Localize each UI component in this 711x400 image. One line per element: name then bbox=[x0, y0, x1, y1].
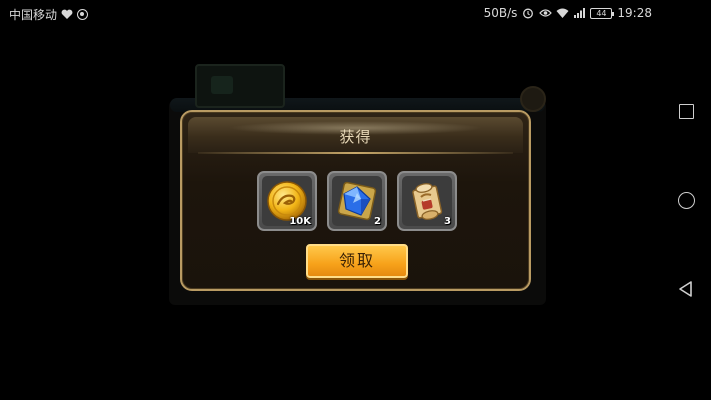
game-screen: 中国移动 50B/s 44 19:28 获得 10K 2 3 领取 bbox=[0, 0, 711, 400]
alarm-icon bbox=[522, 7, 534, 19]
status-right: 50B/s 44 19:28 bbox=[484, 6, 652, 20]
back-triangle-icon bbox=[679, 281, 692, 297]
dialog-title: 获得 bbox=[339, 128, 372, 146]
status-left: 中国移动 bbox=[9, 6, 89, 23]
heart-monitor-icon bbox=[61, 9, 73, 20]
claim-button[interactable]: 领取 bbox=[306, 244, 408, 278]
reward-dialog: 获得 10K 2 3 领取 bbox=[180, 110, 531, 291]
dialog-divider bbox=[198, 152, 513, 154]
signal-icon bbox=[573, 7, 586, 19]
record-icon bbox=[77, 9, 89, 20]
battery-icon: 44 bbox=[590, 7, 615, 19]
recent-apps-button[interactable] bbox=[676, 101, 696, 121]
scroll-icon bbox=[412, 183, 443, 220]
reward-count: 3 bbox=[444, 216, 451, 227]
wifi-icon bbox=[556, 7, 569, 19]
background-badge bbox=[520, 86, 546, 112]
reward-items: 10K 2 3 bbox=[257, 171, 457, 233]
carrier-label: 中国移动 bbox=[9, 8, 58, 22]
eye-icon bbox=[539, 7, 553, 19]
reward-item-scroll[interactable]: 3 bbox=[397, 171, 457, 231]
back-button[interactable] bbox=[676, 279, 696, 299]
navigation-bar bbox=[660, 0, 711, 400]
blue-gem-icon bbox=[337, 181, 377, 221]
clock: 19:28 bbox=[617, 6, 652, 20]
reward-item-gold[interactable]: 10K bbox=[257, 171, 317, 231]
reward-item-gem[interactable]: 2 bbox=[327, 171, 387, 231]
net-speed: 50B/s bbox=[483, 6, 518, 20]
reward-count: 2 bbox=[374, 216, 381, 227]
home-button[interactable] bbox=[676, 190, 696, 210]
reward-count: 10K bbox=[289, 216, 311, 227]
background-portrait bbox=[195, 64, 285, 108]
status-bar: 中国移动 50B/s 44 19:28 bbox=[0, 0, 660, 28]
